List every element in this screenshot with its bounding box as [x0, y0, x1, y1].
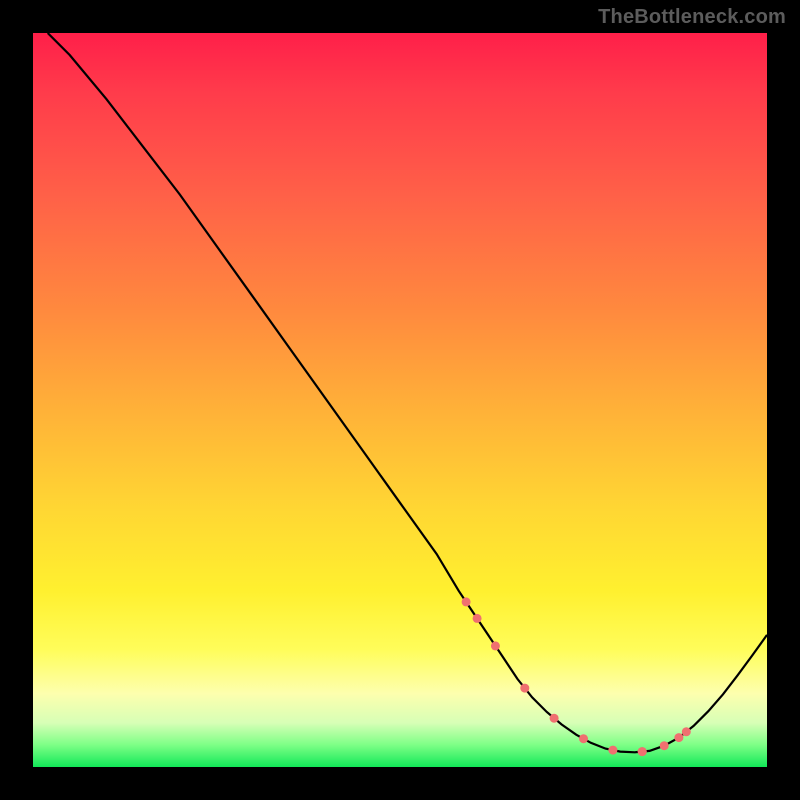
bottleneck-curve	[48, 33, 767, 752]
range-dot	[674, 733, 683, 742]
range-dot	[638, 747, 647, 756]
range-dot	[579, 734, 588, 743]
plot-area	[33, 33, 767, 767]
range-dot	[473, 614, 482, 623]
range-dot	[491, 641, 500, 650]
range-dot	[520, 684, 529, 693]
range-dot	[608, 746, 617, 755]
optimal-range-dots	[462, 597, 691, 756]
range-dot	[660, 741, 669, 750]
curve-overlay	[33, 33, 767, 767]
range-dot	[462, 597, 471, 606]
watermark-text: TheBottleneck.com	[598, 6, 786, 29]
range-dot	[682, 727, 691, 736]
chart-frame: TheBottleneck.com	[0, 0, 800, 800]
range-dot	[550, 714, 559, 723]
